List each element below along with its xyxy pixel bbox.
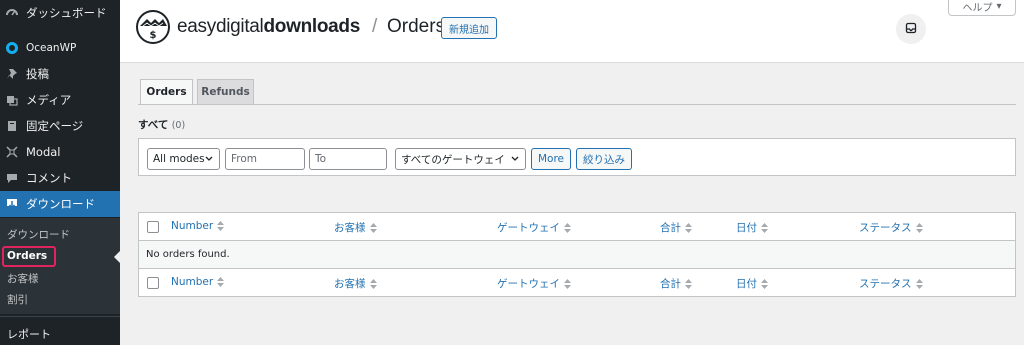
- submenu-item-downloads[interactable]: ダウンロード: [7, 227, 70, 242]
- tab-refunds[interactable]: Refunds: [197, 79, 254, 105]
- chevron-down-icon: [204, 153, 214, 168]
- sort-icon: [761, 222, 768, 233]
- download-icon: [6, 198, 18, 210]
- date-from-input[interactable]: From: [225, 148, 305, 170]
- date-to-placeholder: To: [315, 153, 327, 165]
- admin-sidebar: ダッシュボード OceanWP 投稿 メディア 固定ページ Modal コメント: [0, 0, 120, 345]
- views-filter[interactable]: すべて (0): [138, 117, 185, 132]
- dashboard-icon: [6, 7, 18, 19]
- filter-button[interactable]: 絞り込み: [576, 148, 632, 170]
- sort-icon: [217, 221, 225, 231]
- sidebar-item-label: メディア: [26, 93, 72, 107]
- menu-separator: [0, 316, 120, 317]
- sidebar-item-label: 投稿: [26, 67, 49, 81]
- chevron-down-icon: [510, 153, 520, 168]
- column-customer[interactable]: お客様: [334, 220, 377, 235]
- sort-icon: [564, 222, 571, 233]
- oceanwp-icon: [6, 42, 18, 54]
- select-all-checkbox[interactable]: [147, 221, 159, 233]
- more-filters-button[interactable]: More: [531, 148, 571, 170]
- column-gateway[interactable]: ゲートウェイ: [497, 276, 571, 291]
- column-total[interactable]: 合計: [660, 276, 692, 291]
- sidebar-item-downloads[interactable]: ダウンロード: [0, 191, 120, 217]
- caret-down-icon: ▾: [996, 1, 1002, 12]
- column-status[interactable]: ステータス: [859, 220, 923, 235]
- sort-icon: [915, 222, 923, 233]
- sidebar-item-dashboard[interactable]: ダッシュボード: [0, 0, 120, 26]
- inbox-icon: [905, 22, 917, 37]
- sidebar-item-comments[interactable]: コメント: [0, 165, 120, 191]
- column-customer[interactable]: お客様: [334, 276, 377, 291]
- table-footer: Number お客様 ゲートウェイ 合計 日付 ステータス: [139, 268, 1015, 296]
- modal-icon: [6, 146, 18, 158]
- table-row: No orders found.: [139, 241, 1015, 268]
- sidebar-item-label: コメント: [26, 171, 72, 185]
- pin-icon: [6, 68, 18, 80]
- current-menu-arrow: [114, 251, 120, 263]
- help-label: ヘルプ: [962, 3, 993, 14]
- sort-icon: [685, 222, 692, 233]
- column-total[interactable]: 合計: [660, 220, 692, 235]
- tab-orders[interactable]: Orders: [140, 79, 193, 105]
- submenu-item-customers[interactable]: お客様: [7, 271, 39, 286]
- orders-table: Number お客様 ゲートウェイ 合計 日付 ステータス No orders …: [138, 212, 1016, 297]
- sort-icon: [369, 278, 377, 289]
- empty-message: No orders found.: [146, 249, 230, 260]
- inbox-button[interactable]: [896, 14, 926, 44]
- page-header: $ easydigitaldownloads / Orders 新規追加 ヘルプ…: [120, 0, 1024, 63]
- page-icon: [6, 120, 18, 132]
- sort-icon: [915, 278, 923, 289]
- sort-icon: [761, 278, 768, 289]
- submenu-item-discounts[interactable]: 割引: [7, 292, 28, 307]
- tab-divider: [138, 104, 1016, 105]
- column-date[interactable]: 日付: [736, 220, 768, 235]
- sidebar-item-posts[interactable]: 投稿: [0, 61, 120, 87]
- sort-icon: [564, 278, 571, 289]
- title-separator: /: [372, 16, 378, 37]
- orders-highlight-box: [2, 246, 56, 267]
- edd-logo-icon: $: [136, 10, 170, 44]
- sidebar-item-label: ダッシュボード: [26, 6, 107, 20]
- sort-icon: [217, 277, 225, 287]
- column-date[interactable]: 日付: [736, 276, 768, 291]
- column-gateway[interactable]: ゲートウェイ: [497, 220, 571, 235]
- sidebar-item-reports[interactable]: レポート: [7, 326, 51, 342]
- help-tab[interactable]: ヘルプ ▾: [948, 0, 1016, 16]
- media-icon: [6, 94, 18, 106]
- sidebar-item-modal[interactable]: Modal: [0, 139, 120, 165]
- filters-bar: All modes From To すべてのゲートウェイ More 絞り込み: [138, 138, 1016, 176]
- sidebar-item-label: ダウンロード: [26, 197, 95, 211]
- date-from-placeholder: From: [231, 153, 258, 165]
- sort-icon: [369, 222, 377, 233]
- select-all-checkbox[interactable]: [147, 277, 159, 289]
- sidebar-item-label: OceanWP: [26, 42, 77, 54]
- date-to-input[interactable]: To: [309, 148, 387, 170]
- sort-icon: [685, 278, 692, 289]
- view-all-label[interactable]: すべて: [138, 119, 168, 131]
- mode-select[interactable]: All modes: [147, 148, 220, 170]
- sidebar-item-label: Modal: [26, 145, 61, 159]
- column-status[interactable]: ステータス: [859, 276, 923, 291]
- mode-select-value: All modes: [153, 153, 205, 165]
- add-new-button[interactable]: 新規追加: [441, 17, 497, 39]
- sidebar-item-label: 固定ページ: [26, 119, 84, 133]
- comment-icon: [6, 172, 18, 184]
- column-number[interactable]: Number: [171, 276, 225, 288]
- svg-text:$: $: [150, 30, 157, 41]
- page-title: Orders: [387, 16, 446, 37]
- view-all-count: (0): [171, 120, 186, 131]
- gateway-select[interactable]: すべてのゲートウェイ: [395, 148, 526, 170]
- table-header: Number お客様 ゲートウェイ 合計 日付 ステータス: [139, 213, 1015, 241]
- sidebar-item-pages[interactable]: 固定ページ: [0, 113, 120, 139]
- gateway-select-value: すべてのゲートウェイ: [401, 153, 505, 166]
- sidebar-item-media[interactable]: メディア: [0, 87, 120, 113]
- column-number[interactable]: Number: [171, 220, 225, 232]
- sidebar-item-oceanwp[interactable]: OceanWP: [0, 35, 120, 61]
- brand-name: easydigitaldownloads: [177, 16, 361, 37]
